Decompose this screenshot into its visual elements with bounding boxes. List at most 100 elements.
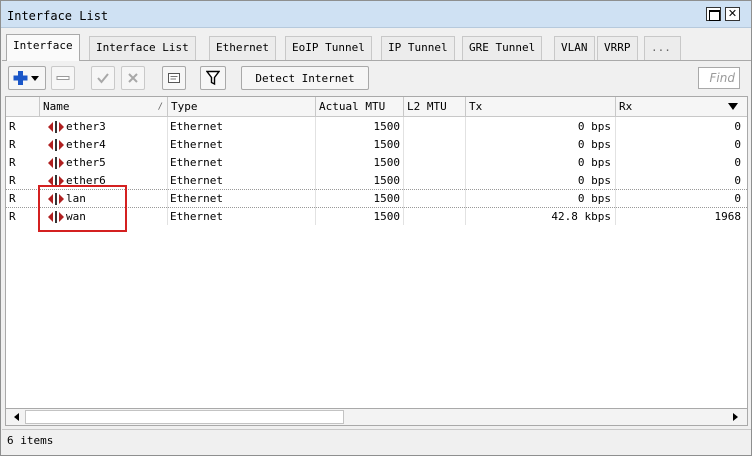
row-mtu: 1500: [373, 174, 401, 187]
title-bar[interactable]: Interface List ✕: [1, 1, 751, 28]
table-row[interactable]: R ether5 Ethernet 1500 0 bps 0: [6, 154, 747, 172]
col-mtu-header[interactable]: Actual MTU: [316, 97, 404, 117]
row-tx: 0 bps: [577, 192, 611, 205]
row-name-label: ether4: [66, 138, 106, 151]
tab-gre-tunnel[interactable]: GRE Tunnel: [462, 36, 543, 60]
status-bar: 6 items: [2, 429, 751, 451]
col-tx-header[interactable]: Tx: [466, 97, 616, 117]
ethernet-interface-icon: [48, 193, 64, 205]
row-name-label: ether3: [66, 120, 106, 133]
row-name: wan: [43, 208, 166, 226]
tab-more[interactable]: ...: [644, 36, 681, 60]
row-flag: R: [9, 156, 16, 169]
row-type: Ethernet: [170, 120, 223, 133]
ethernet-interface-icon: [48, 211, 64, 223]
checkmark-icon: [97, 73, 109, 84]
row-name-label: ether6: [66, 174, 106, 187]
row-rx: 0: [734, 156, 741, 169]
row-type: Ethernet: [170, 192, 223, 205]
find-input[interactable]: Find: [698, 67, 740, 89]
row-name: ether4: [43, 136, 166, 154]
maximize-button[interactable]: [706, 7, 721, 21]
row-rx: 0: [734, 174, 741, 187]
row-flag: R: [9, 120, 16, 133]
row-name: ether5: [43, 154, 166, 172]
row-tx: 0 bps: [577, 120, 611, 133]
row-l2mtu: [406, 118, 465, 136]
column-menu-arrow-icon[interactable]: [728, 103, 738, 110]
tab-interface-list[interactable]: Interface List: [89, 36, 196, 60]
tab-vlan[interactable]: VLAN: [554, 36, 595, 60]
tab-vrrp[interactable]: VRRP: [597, 36, 638, 60]
row-tx: 0 bps: [577, 156, 611, 169]
tab-eoip-tunnel[interactable]: EoIP Tunnel: [285, 36, 372, 60]
filter-button[interactable]: [200, 66, 226, 90]
scroll-right-arrow-icon[interactable]: [733, 413, 738, 421]
remove-button[interactable]: [51, 66, 75, 90]
item-count: 6 items: [7, 434, 54, 447]
table-row[interactable]: R ether6 Ethernet 1500 0 bps 0: [6, 172, 747, 190]
table-header: Name / Type Actual MTU L2 MTU Tx Rx: [6, 97, 747, 117]
row-name: ether6: [43, 172, 166, 190]
row-name-label: wan: [66, 210, 86, 223]
row-tx: 42.8 kbps: [551, 210, 611, 223]
interface-table: Name / Type Actual MTU L2 MTU Tx Rx R et…: [5, 96, 748, 409]
detect-internet-button[interactable]: Detect Internet: [241, 66, 369, 90]
row-type: Ethernet: [170, 138, 223, 151]
ethernet-interface-icon: [48, 121, 64, 133]
row-type: Ethernet: [170, 210, 223, 223]
tab-ethernet[interactable]: Ethernet: [209, 36, 276, 60]
note-icon: [168, 73, 180, 83]
scroll-left-arrow-icon[interactable]: [14, 413, 19, 421]
col-l2mtu-header[interactable]: L2 MTU: [404, 97, 466, 117]
row-flag: R: [9, 174, 16, 187]
sort-indicator-icon: /: [157, 102, 163, 112]
scrollbar-thumb[interactable]: [25, 410, 344, 424]
ethernet-interface-icon: [48, 175, 64, 187]
row-name-label: ether5: [66, 156, 106, 169]
funnel-icon: [206, 70, 220, 86]
col-name-label: Name: [43, 100, 70, 113]
row-type: Ethernet: [170, 156, 223, 169]
disable-button[interactable]: [121, 66, 145, 90]
col-name-header[interactable]: Name /: [40, 97, 168, 117]
tab-bar: Interface Interface List Ethernet EoIP T…: [6, 34, 746, 61]
col-type-header[interactable]: Type: [168, 97, 316, 117]
row-flag: R: [9, 138, 16, 151]
minus-icon: [56, 76, 70, 80]
row-mtu: 1500: [373, 210, 401, 223]
tab-interface[interactable]: Interface: [6, 34, 80, 61]
table-row[interactable]: R ether4 Ethernet 1500 0 bps 0: [6, 136, 747, 154]
ethernet-interface-icon: [48, 157, 64, 169]
row-mtu: 1500: [373, 156, 401, 169]
row-l2mtu: [406, 172, 465, 190]
table-row[interactable]: R ether3 Ethernet 1500 0 bps 0: [6, 118, 747, 136]
row-type: Ethernet: [170, 174, 223, 187]
row-l2mtu: [406, 136, 465, 154]
table-row[interactable]: R wan Ethernet 1500 42.8 kbps 1968: [6, 208, 747, 226]
add-button[interactable]: [8, 66, 46, 90]
ethernet-interface-icon: [48, 139, 64, 151]
row-tx: 0 bps: [577, 138, 611, 151]
horizontal-scrollbar[interactable]: [5, 408, 748, 426]
row-name-label: lan: [66, 192, 86, 205]
window-title: Interface List: [7, 9, 109, 23]
row-rx: 1968: [714, 210, 742, 223]
col-flags-header[interactable]: [6, 97, 40, 117]
enable-button[interactable]: [91, 66, 115, 90]
row-flag: R: [9, 210, 16, 223]
comment-button[interactable]: [162, 66, 186, 90]
row-tx: 0 bps: [577, 174, 611, 187]
row-flag: R: [9, 192, 16, 205]
table-row[interactable]: R lan Ethernet 1500 0 bps 0: [6, 190, 747, 208]
x-mark-icon: [128, 73, 138, 83]
row-rx: 0: [734, 138, 741, 151]
row-l2mtu: [406, 154, 465, 172]
row-name: lan: [43, 190, 166, 208]
toolbar: Detect Internet Find: [2, 60, 751, 94]
interface-list-window: Interface List ✕ Interface Interface Lis…: [0, 0, 752, 456]
row-mtu: 1500: [373, 192, 401, 205]
tab-ip-tunnel[interactable]: IP Tunnel: [381, 36, 455, 60]
close-button[interactable]: ✕: [725, 7, 740, 21]
row-l2mtu: [406, 190, 465, 208]
